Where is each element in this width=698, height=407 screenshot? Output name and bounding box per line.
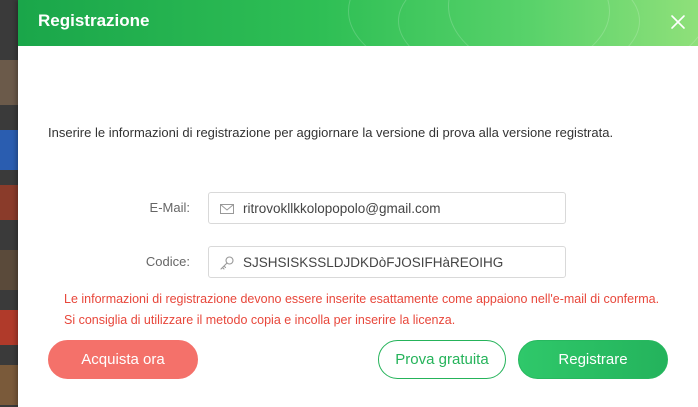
mail-icon [220,204,234,214]
dialog-title: Registrazione [38,11,150,30]
intro-text: Inserire le informazioni di registrazion… [48,125,614,140]
email-field[interactable] [208,192,566,224]
code-label: Codice: [145,254,190,269]
registration-dialog: Registrazione Inserire le informazioni d… [18,0,698,407]
close-icon [671,15,685,29]
free-trial-button[interactable]: Prova gratuita [378,340,506,379]
code-input[interactable] [243,252,553,272]
buy-now-button[interactable]: Acquista ora [48,340,198,379]
close-button[interactable] [670,14,686,30]
dialog-titlebar: Registrazione [18,0,698,46]
register-button[interactable]: Registrare [518,340,668,379]
background-app-strip [0,0,18,407]
email-input[interactable] [243,198,553,218]
code-field[interactable] [208,246,566,278]
warning-text: Le informazioni di registrazione devono … [64,292,660,327]
email-label: E-Mail: [149,200,190,215]
key-icon [220,256,234,270]
